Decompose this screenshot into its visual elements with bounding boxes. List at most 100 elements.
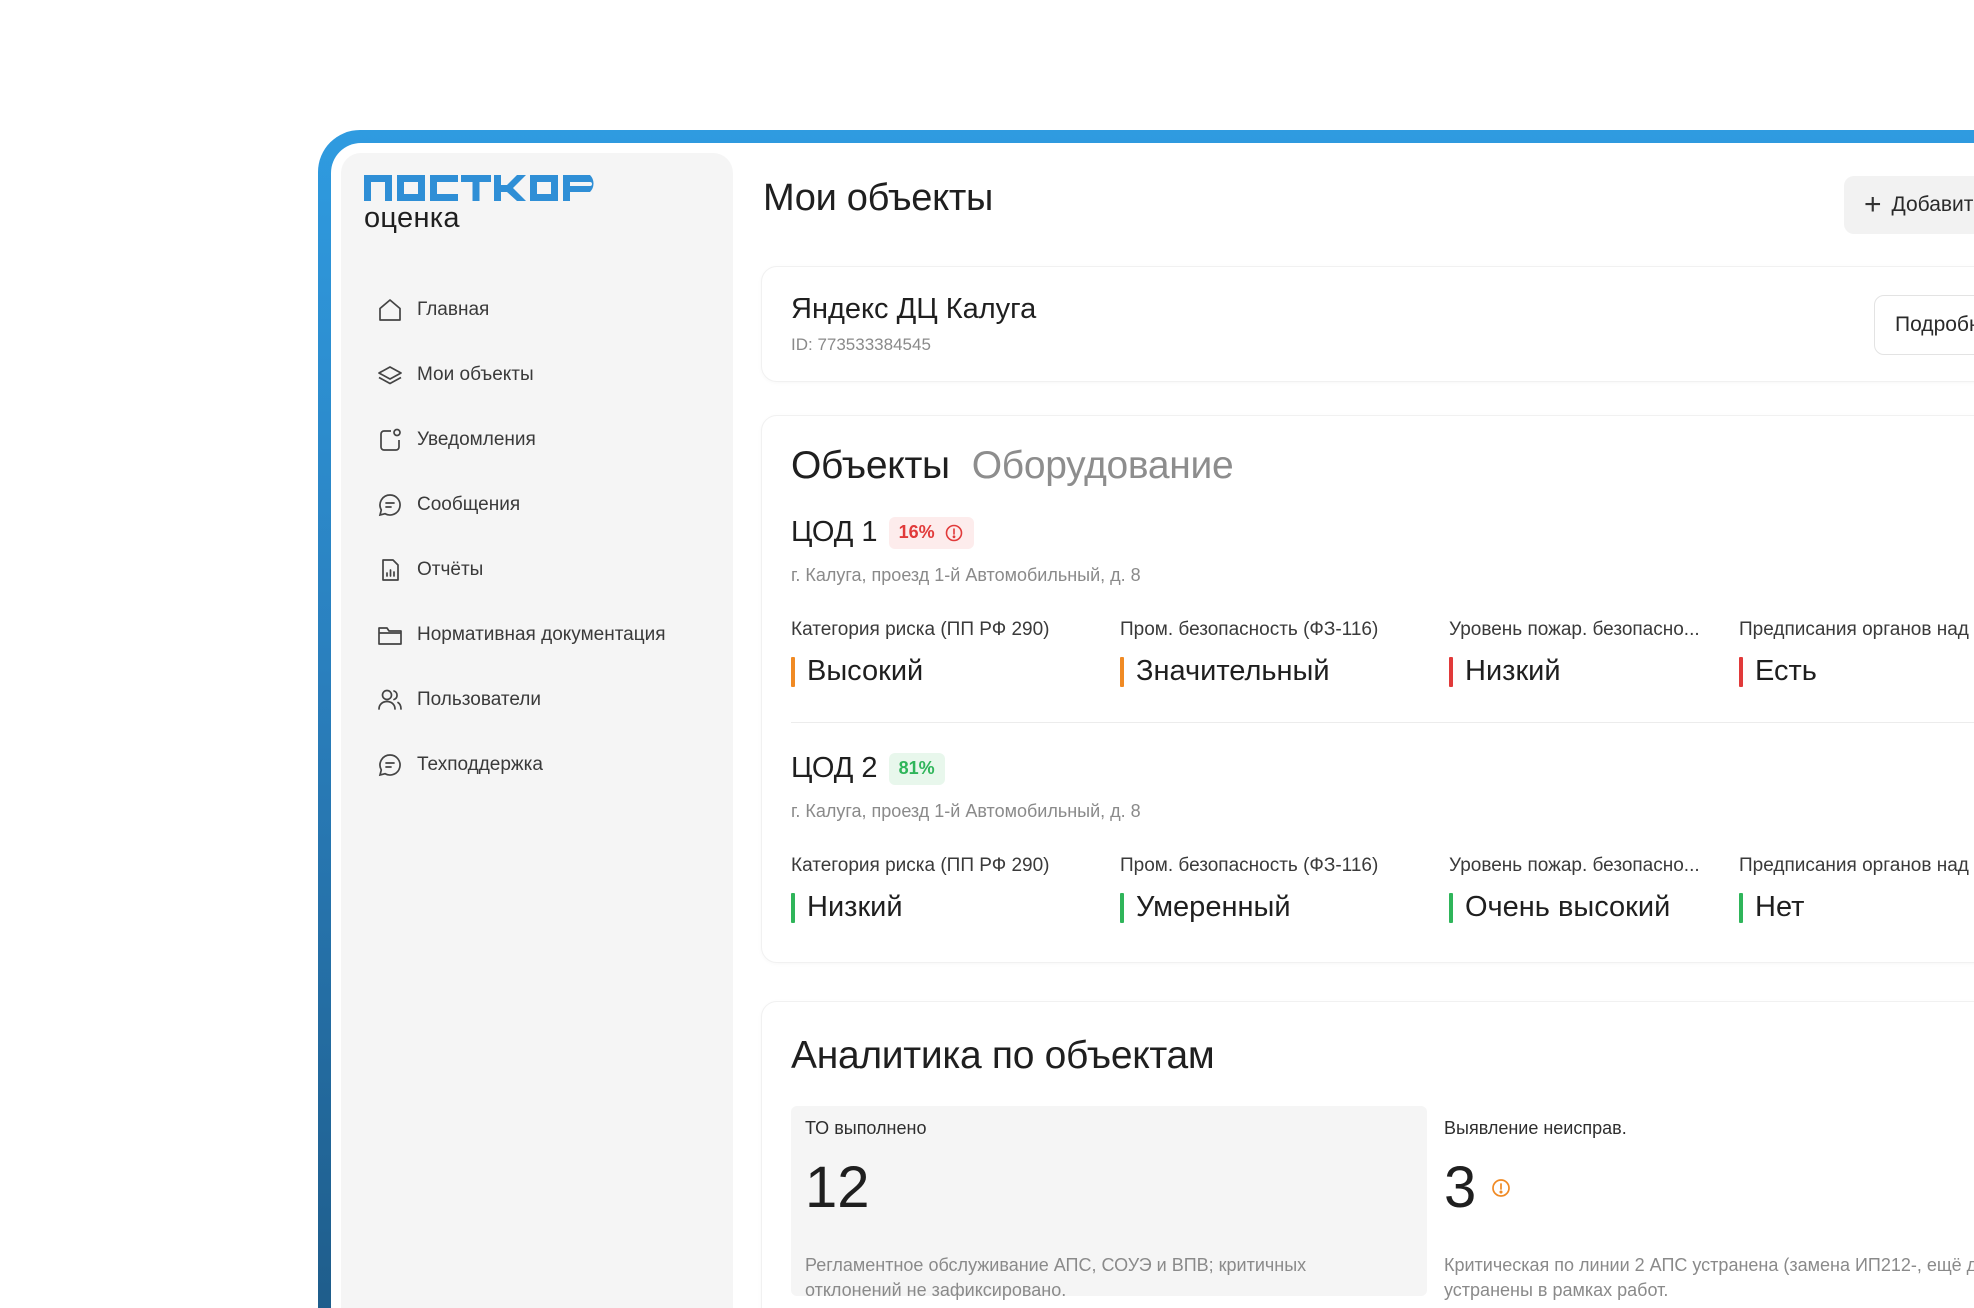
- stat-maintenance-done[interactable]: ТО выполнено 12 Регламентное обслуживани…: [791, 1106, 1427, 1300]
- sidebar-item-label: Главная: [417, 298, 490, 320]
- sidebar: оценка Главная Мои объекты Уведомления С…: [341, 153, 733, 1308]
- metric-value: Нет: [1755, 891, 1805, 923]
- folder-icon: [375, 620, 405, 650]
- divider: [791, 722, 1974, 723]
- metric-value: Значительный: [1136, 655, 1330, 687]
- stat-description: Критическая по линии 2 АПС устранена (за…: [1444, 1255, 1974, 1300]
- metric-indicator: [1739, 892, 1743, 923]
- chat-icon: [375, 490, 405, 520]
- stat-label: Выявление неисправ.: [1444, 1118, 1627, 1138]
- object-header: ЦОД 1 16%: [791, 516, 1974, 549]
- metric-label: Уровень пожар. безопасно...: [1449, 619, 1700, 640]
- warning-icon: [1492, 1179, 1511, 1197]
- metric-indicator: [1739, 656, 1743, 687]
- home-icon: [375, 295, 405, 325]
- object-metrics: Категория риска (ПП РФ 290) Низкий Пром.…: [791, 855, 1974, 924]
- stat-label: ТО выполнено: [805, 1118, 927, 1138]
- metric-fire-safety: Уровень пожар. безопасно... Очень высоки…: [1449, 855, 1739, 924]
- sidebar-item-label: Сообщения: [417, 493, 521, 515]
- sidebar-item-regulatory-docs[interactable]: Нормативная документация: [375, 602, 715, 667]
- metric-prescriptions: Предписания органов над Нет: [1739, 855, 1974, 924]
- sidebar-item-users[interactable]: Пользователи: [375, 667, 715, 732]
- metric-label: Предписания органов над: [1739, 619, 1969, 640]
- sidebar-item-notifications[interactable]: Уведомления: [375, 407, 715, 472]
- plus-icon: +: [1864, 188, 1882, 221]
- support-icon: [375, 750, 405, 780]
- stat-value: 12: [805, 1155, 870, 1220]
- metric-industrial-safety: Пром. безопасность (ФЗ-116) Умеренный: [1120, 855, 1449, 924]
- stat-faults-found[interactable]: Выявление неисправ. 3 Критическая по лин…: [1430, 1106, 1974, 1300]
- tab-objects[interactable]: Объекты: [791, 444, 950, 488]
- metric-value: Высокий: [807, 655, 924, 687]
- app-window: оценка Главная Мои объекты Уведомления С…: [331, 143, 1974, 1308]
- sidebar-item-reports[interactable]: Отчёты: [375, 537, 715, 602]
- app-frame: оценка Главная Мои объекты Уведомления С…: [318, 130, 1974, 1308]
- object-address: г. Калуга, проезд 1-й Автомобильный, д. …: [791, 565, 1141, 585]
- object-metrics: Категория риска (ПП РФ 290) Высокий Пром…: [791, 619, 1974, 688]
- object-header: ЦОД 2 81%: [791, 752, 1974, 785]
- metric-indicator: [791, 656, 795, 687]
- object-item[interactable]: ЦОД 1 16% г. Калуга, проезд 1-й Автомоби…: [791, 516, 1974, 688]
- score-value: 81%: [898, 758, 935, 778]
- details-button[interactable]: Подробнее: [1874, 295, 1974, 355]
- metric-risk-category: Категория риска (ПП РФ 290) Низкий: [791, 855, 1120, 924]
- layers-icon: [375, 360, 405, 390]
- objects-tabs: Объекты Оборудование: [791, 444, 1255, 488]
- users-icon: [375, 685, 405, 715]
- report-icon: [375, 555, 405, 585]
- sidebar-item-label: Уведомления: [417, 428, 536, 450]
- metric-industrial-safety: Пром. безопасность (ФЗ-116) Значительный: [1120, 619, 1449, 688]
- add-object-button[interactable]: + Добавить: [1844, 176, 1974, 234]
- score-badge: 16%: [888, 516, 974, 549]
- tab-equipment[interactable]: Оборудование: [972, 444, 1234, 488]
- score-value: 16%: [898, 522, 935, 542]
- metric-label: Пром. безопасность (ФЗ-116): [1120, 855, 1379, 876]
- metric-indicator: [791, 892, 795, 923]
- object-item[interactable]: ЦОД 2 81% г. Калуга, проезд 1-й Автомоби…: [791, 752, 1974, 924]
- metric-label: Предписания органов над: [1739, 855, 1969, 876]
- objects-card: Объекты Оборудование ЦОД 1 16% г. Калуга…: [761, 415, 1974, 963]
- object-name: ЦОД 2: [791, 752, 878, 784]
- metric-indicator: [1120, 656, 1124, 687]
- site-card: Яндекс ДЦ Калуга ID: 773533384545 Подроб…: [761, 266, 1974, 382]
- metric-fire-safety: Уровень пожар. безопасно... Низкий: [1449, 619, 1739, 688]
- metric-value: Есть: [1755, 655, 1817, 687]
- sidebar-item-label: Мои объекты: [417, 363, 534, 385]
- sidebar-item-my-objects[interactable]: Мои объекты: [375, 342, 715, 407]
- metric-label: Категория риска (ПП РФ 290): [791, 619, 1050, 640]
- analytics-card: Аналитика по объектам ТО выполнено 12 Ре…: [761, 1001, 1974, 1308]
- metric-indicator: [1120, 892, 1124, 923]
- add-button-label: Добавить: [1891, 193, 1974, 216]
- postkor-logo: [364, 175, 594, 201]
- site-name: Яндекс ДЦ Калуга: [791, 293, 1037, 325]
- stat-description: Регламентное обслуживание АПС, СОУЭ и ВП…: [805, 1255, 1307, 1300]
- sidebar-item-label: Отчёты: [417, 558, 484, 580]
- site-id: ID: 773533384545: [791, 335, 931, 354]
- metric-label: Пром. безопасность (ФЗ-116): [1120, 619, 1379, 640]
- metric-risk-category: Категория риска (ПП РФ 290) Высокий: [791, 619, 1120, 688]
- main-content: Мои объекты + Добавить Яндекс ДЦ Калуга …: [761, 143, 1974, 1308]
- object-name: ЦОД 1: [791, 516, 878, 548]
- notification-icon: [375, 425, 405, 455]
- object-address: г. Калуга, проезд 1-й Автомобильный, д. …: [791, 801, 1141, 821]
- metric-indicator: [1449, 892, 1453, 923]
- metric-value: Низкий: [1465, 655, 1561, 687]
- metric-prescriptions: Предписания органов над Есть: [1739, 619, 1974, 688]
- score-badge: 81%: [888, 752, 945, 785]
- sidebar-item-label: Техподдержка: [417, 753, 543, 775]
- metric-value: Умеренный: [1136, 891, 1291, 923]
- sidebar-item-support[interactable]: Техподдержка: [375, 732, 715, 797]
- analytics-title: Аналитика по объектам: [791, 1034, 1215, 1077]
- sidebar-item-messages[interactable]: Сообщения: [375, 472, 715, 537]
- warning-icon: [945, 524, 962, 541]
- logo[interactable]: оценка: [364, 175, 602, 235]
- sidebar-item-label: Пользователи: [417, 688, 542, 710]
- metric-label: Категория риска (ПП РФ 290): [791, 855, 1050, 876]
- metric-indicator: [1449, 656, 1453, 687]
- sidebar-item-home[interactable]: Главная: [375, 277, 715, 342]
- sidebar-nav: Главная Мои объекты Уведомления Сообщени…: [375, 277, 715, 797]
- metric-value: Очень высокий: [1465, 891, 1671, 923]
- metric-value: Низкий: [807, 891, 903, 923]
- sidebar-item-label: Нормативная документация: [417, 623, 666, 645]
- page-title: Мои объекты: [763, 177, 993, 219]
